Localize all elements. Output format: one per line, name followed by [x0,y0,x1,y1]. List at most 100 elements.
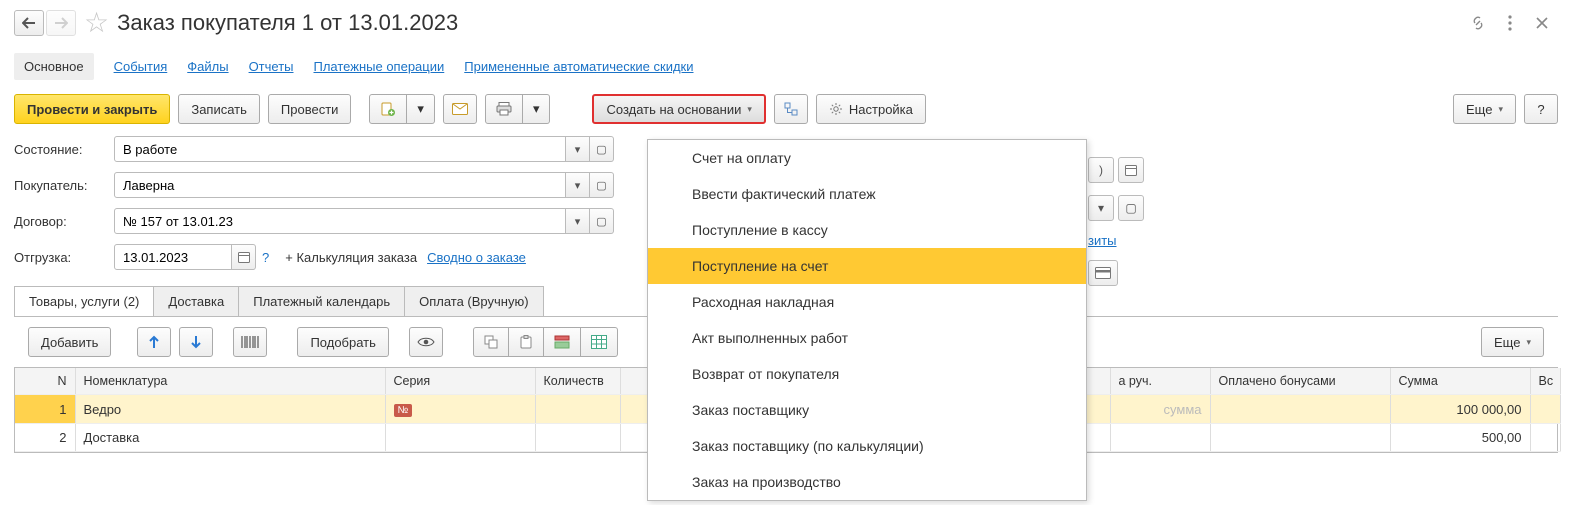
tab-reports[interactable]: Отчеты [249,59,294,74]
cell-n: 2 [15,424,75,452]
cell-item[interactable]: Доставка [75,424,385,452]
series-badge: № [394,404,413,417]
subtab-paycal[interactable]: Платежный календарь [238,286,405,316]
spreadsheet-button[interactable] [581,327,618,357]
paste-icon [519,335,533,349]
fill-button[interactable] [544,327,581,357]
ship-date-field[interactable] [114,244,232,270]
state-label: Состояние: [14,142,114,157]
document-plus-icon [380,101,396,117]
copy-icon [484,335,498,349]
calendar-icon [1125,164,1137,176]
cell-manual[interactable]: сумма [1110,395,1210,424]
barcode-icon [241,335,259,349]
buyer-open[interactable]: ▢ [590,172,614,198]
col-sum[interactable]: Сумма [1390,368,1530,395]
pick-button[interactable]: Подобрать [297,327,388,357]
buyer-field[interactable] [114,172,566,198]
pick-label: Подобрать [310,335,375,350]
menu-item-shipment[interactable]: Расходная накладная [648,284,1086,320]
subtab-manualpay[interactable]: Оплата (Вручную) [404,286,543,316]
tab-payments[interactable]: Платежные операции [314,59,445,74]
state-field[interactable] [114,136,566,162]
hidden-drop2[interactable]: ▾ [1088,195,1114,221]
structure-button[interactable] [774,94,808,124]
barcode-button[interactable] [233,327,267,357]
link-icon[interactable] [1468,13,1488,33]
move-up-button[interactable] [137,327,171,357]
save-label: Записать [191,102,247,117]
cell-series[interactable]: № [385,395,535,424]
help-button[interactable]: ? [1524,94,1558,124]
close-icon[interactable] [1532,13,1552,33]
col-series[interactable]: Серия [385,368,535,395]
hidden-open2[interactable]: ▢ [1118,195,1144,221]
fill-icon [554,335,570,349]
summary-link[interactable]: Сводно о заказе [427,250,526,265]
menu-item-cash-in[interactable]: Поступление в кассу [648,212,1086,248]
contract-field[interactable] [114,208,566,234]
buyer-dropdown[interactable]: ▾ [566,172,590,198]
ship-date-picker[interactable] [232,244,256,270]
print-dropdown[interactable]: ▾ [523,94,551,124]
paste-button[interactable] [509,327,544,357]
move-down-button[interactable] [179,327,213,357]
subtab-delivery[interactable]: Доставка [153,286,239,316]
props-link[interactable]: зиты [1088,233,1117,248]
col-manual[interactable]: а руч. [1110,368,1210,395]
view-button[interactable] [409,327,443,357]
hidden-field1-part[interactable]: ) [1088,157,1114,183]
subtoolbar-more-button[interactable]: Еще▾ [1481,327,1544,357]
col-bonus[interactable]: Оплачено бонусами [1210,368,1390,395]
subtab-goods[interactable]: Товары, услуги (2) [14,286,154,316]
copy-button[interactable] [473,327,509,357]
col-item[interactable]: Номенклатура [75,368,385,395]
post-button[interactable]: Провести [268,94,352,124]
settings-label: Настройка [849,102,913,117]
tab-discounts[interactable]: Примененные автоматические скидки [464,59,693,74]
cell-item[interactable]: Ведро [75,395,385,424]
printer-icon [496,102,512,116]
create-based-button[interactable]: Создать на основании ▾ [592,94,765,124]
post-label: Провести [281,102,339,117]
state-open[interactable]: ▢ [590,136,614,162]
calc-link[interactable]: + Калькуляция заказа [285,250,417,265]
cell-sum: 500,00 [1390,424,1530,452]
email-button[interactable] [443,94,477,124]
state-dropdown[interactable]: ▾ [566,136,590,162]
menu-item-return[interactable]: Возврат от покупателя [648,356,1086,392]
more-button[interactable]: Еще▾ [1453,94,1516,124]
attach-button[interactable] [369,94,407,124]
attach-dropdown[interactable]: ▾ [407,94,435,124]
menu-item-actual-payment[interactable]: Ввести фактический платеж [648,176,1086,212]
post-and-close-button[interactable]: Провести и закрыть [14,94,170,124]
contract-label: Договор: [14,214,114,229]
calendar-icon [238,251,250,263]
menu-item-production-order[interactable]: Заказ на производство [648,464,1086,500]
save-button[interactable]: Записать [178,94,260,124]
cell-n: 1 [15,395,75,424]
tab-files[interactable]: Файлы [187,59,228,74]
kebab-menu-icon[interactable] [1500,13,1520,33]
menu-item-supplier-order[interactable]: Заказ поставщику [648,392,1086,428]
add-row-button[interactable]: Добавить [28,327,111,357]
hidden-card[interactable] [1088,260,1118,286]
col-qty[interactable]: Количеств [535,368,620,395]
tab-events[interactable]: События [114,59,168,74]
add-row-label: Добавить [41,335,98,350]
menu-item-act[interactable]: Акт выполненных работ [648,320,1086,356]
menu-item-bank-in[interactable]: Поступление на счет [648,248,1086,284]
nav-back-button[interactable] [14,10,44,36]
ship-help[interactable]: ? [262,250,269,265]
col-n[interactable]: N [15,368,75,395]
menu-item-invoice[interactable]: Счет на оплату [648,140,1086,176]
menu-item-supplier-order-calc[interactable]: Заказ поставщику (по калькуляции) [648,428,1086,464]
contract-dropdown[interactable]: ▾ [566,208,590,234]
tab-main[interactable]: Основное [14,53,94,80]
hidden-cal1[interactable] [1118,157,1144,183]
print-button[interactable] [485,94,523,124]
settings-button[interactable]: Настройка [816,94,926,124]
col-vs[interactable]: Вс [1530,368,1560,395]
contract-open[interactable]: ▢ [590,208,614,234]
favorite-star-icon[interactable]: ☆ [84,6,109,39]
